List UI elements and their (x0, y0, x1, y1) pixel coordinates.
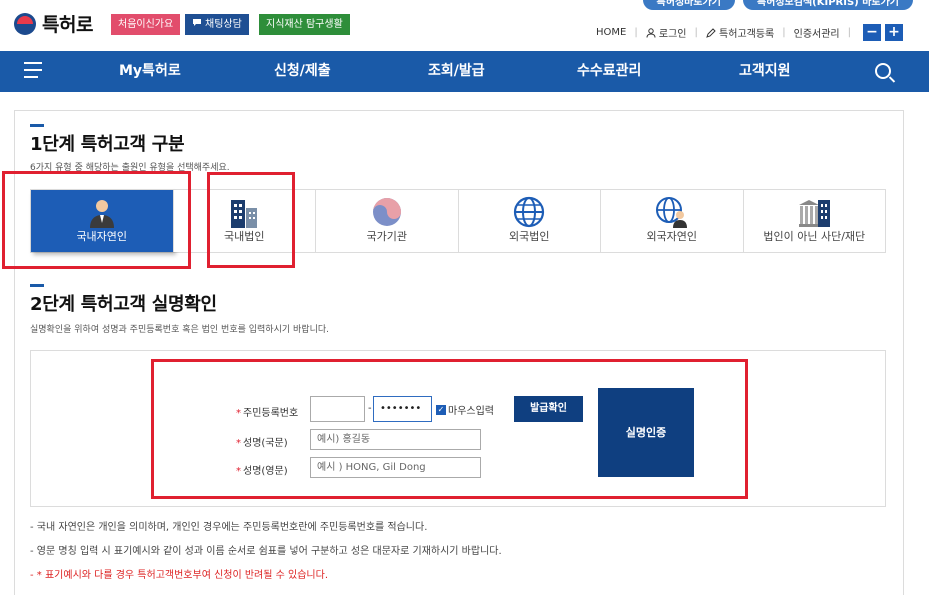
certificate-link[interactable]: 인증서관리 (794, 25, 840, 40)
main-nav: My특허로 신청/제출 조회/발급 수수료관리 고객지원 (0, 51, 929, 92)
type-foreign-corporation[interactable]: 외국법인 (458, 190, 601, 252)
real-name-verify-button[interactable]: 실명인증 (598, 388, 694, 477)
site-logo[interactable]: 특허로 (14, 10, 93, 37)
note-item: - 국내 자연인은 개인을 의미하며, 개인인 경우에는 주민등록번호란에 주민… (30, 522, 428, 533)
type-foreign-individual[interactable]: 외국자연인 (601, 190, 744, 252)
chat-consult-label: 채팅상담 (205, 19, 242, 30)
name-en-label: * 성명(영문) (236, 466, 288, 477)
pencil-icon (706, 28, 716, 38)
chat-consult-button[interactable]: 채팅상담 (185, 14, 249, 35)
font-increase-button[interactable]: + (885, 24, 903, 41)
type-label: 국내법인 (224, 230, 265, 243)
utility-links: HOME | 로그인 | 특허고객등록 | 인증서관리 | − + (596, 24, 903, 41)
building-icon (231, 200, 258, 228)
search-icon[interactable] (875, 63, 891, 79)
step2-description: 실명확인을 위하여 성명과 주민등록번호 혹은 법인 번호를 입력하시기 바랍니… (30, 325, 329, 335)
step2-accent (30, 284, 44, 287)
type-non-corporate-association[interactable]: 법인이 아닌 사단/재단 (743, 190, 885, 252)
type-label: 외국법인 (509, 230, 550, 243)
mouse-input-checkbox[interactable]: ✓ 마우스입력 (436, 402, 494, 417)
rrn-label: * 주민등록번호 (236, 408, 299, 419)
institution-icon (799, 200, 831, 227)
nav-apply-submit[interactable]: 신청/제출 (274, 51, 331, 92)
first-visit-button[interactable]: 처음이신가요 (111, 14, 181, 35)
note-item: - 영문 명칭 입력 시 표기예시와 같이 성과 이름 순서로 쉼표를 넣어 구… (30, 546, 502, 557)
step1-title: 1단계 특허고객 구분 (30, 134, 185, 155)
warning-note: - * 표기예시와 다를 경우 특허고객번호부여 신청이 반려될 수 있습니다. (30, 570, 328, 581)
person-icon (89, 200, 114, 228)
customer-register-link[interactable]: 특허고객등록 (706, 25, 774, 40)
type-domestic-individual[interactable]: 국내자연인 (31, 190, 174, 252)
name-kr-label: * 성명(국문) (236, 438, 288, 449)
home-link[interactable]: HOME (596, 27, 626, 38)
nav-my-patent[interactable]: My특허로 (119, 51, 181, 92)
type-label: 외국자연인 (646, 230, 698, 243)
logo-icon (14, 12, 36, 35)
kipris-link[interactable]: 특허정보검색(KIPRIS) 바로가기 (742, 0, 913, 10)
name-kr-input[interactable]: 예시) 홍길동 (310, 429, 481, 450)
rrn-back-input[interactable]: ••••••• (373, 396, 432, 422)
rrn-separator: - (368, 403, 372, 414)
type-label: 국내자연인 (76, 230, 128, 243)
ip-life-button[interactable]: 지식재산 탐구생활 (259, 14, 350, 35)
customer-type-selector: 국내자연인 국내법인 국가기관 외국법인 외국자연인 법인이 아닌 사단/재단 (30, 189, 886, 253)
font-decrease-button[interactable]: − (863, 24, 881, 41)
logo-text: 특허로 (42, 14, 93, 36)
rrn-front-input[interactable] (310, 396, 365, 422)
type-label: 법인이 아닌 사단/재단 (763, 230, 866, 243)
mouse-input-label: 마우스입력 (448, 406, 494, 417)
user-icon (646, 28, 656, 38)
login-link[interactable]: 로그인 (646, 25, 686, 40)
step1-description: 6가지 유형 중 해당하는 출원인 유형을 선택해주세요. (30, 163, 230, 173)
nav-inquiry-issue[interactable]: 조회/발급 (428, 51, 485, 92)
type-government-agency[interactable]: 국가기관 (316, 190, 459, 252)
name-en-input[interactable]: 예시 ) HONG, Gil Dong (310, 457, 481, 478)
step1-accent (30, 124, 44, 127)
check-icon: ✓ (436, 404, 446, 415)
kipo-link[interactable]: 특허청바로가기 (642, 0, 735, 10)
type-domestic-corporation[interactable]: 국내법인 (173, 190, 316, 252)
nav-customer-support[interactable]: 고객지원 (739, 51, 791, 92)
globe-icon (514, 196, 545, 228)
type-label: 국가기관 (366, 230, 407, 243)
step2-title: 2단계 특허고객 실명확인 (30, 294, 217, 315)
top-links: 특허청바로가기 특허정보검색(KIPRIS) 바로가기 (642, 0, 913, 10)
chat-icon (192, 14, 202, 35)
nav-fee-management[interactable]: 수수료관리 (577, 51, 641, 92)
globe-person-icon (655, 197, 687, 228)
issue-confirm-button[interactable]: 발급확인 (514, 396, 583, 422)
taegeuk-icon (372, 198, 401, 226)
menu-icon[interactable] (24, 62, 48, 80)
